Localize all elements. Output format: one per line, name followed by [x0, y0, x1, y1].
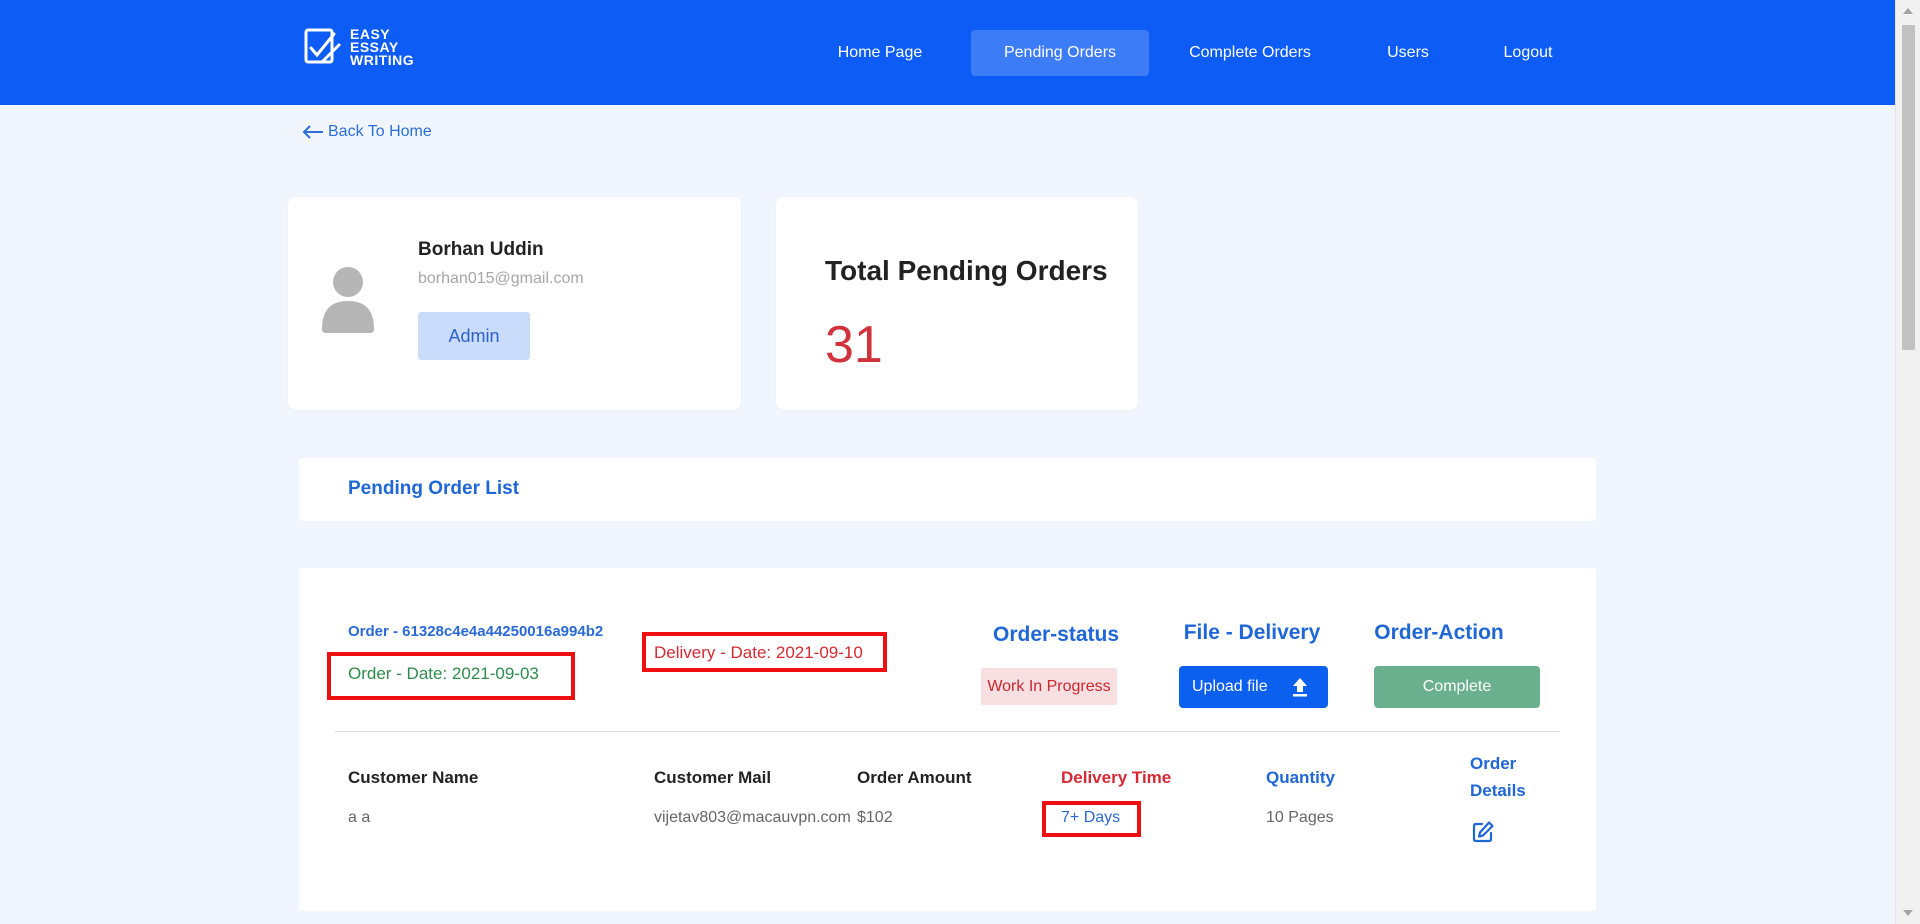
order-card: Order - 61328c4e4a44250016a994b2 Order -… [299, 568, 1596, 911]
profile-card: Borhan Uddin borhan015@gmail.com Admin [288, 197, 741, 410]
scroll-down-arrow-icon[interactable] [1903, 910, 1913, 916]
th-customer-name: Customer Name [348, 768, 479, 787]
scroll-up-arrow-icon[interactable] [1903, 8, 1913, 14]
td-quantity: 10 Pages [1266, 809, 1334, 826]
order-id: Order - 61328c4e4a44250016a994b2 [348, 623, 604, 640]
nav-complete-orders[interactable]: Complete Orders [1175, 30, 1325, 76]
upload-file-label: Upload file [1192, 678, 1268, 695]
order-date: Order - Date: 2021-09-03 [348, 664, 539, 683]
delivery-date: Delivery - Date: 2021-09-10 [654, 643, 863, 662]
td-customer-name: a a [348, 809, 371, 826]
scroll-thumb[interactable] [1902, 25, 1915, 350]
stats-title: Total Pending Orders [825, 255, 1108, 286]
pending-order-list-header: Pending Order List [299, 458, 1596, 521]
profile-email: borhan015@gmail.com [418, 270, 584, 287]
td-delivery-time: 7+ Days [1061, 809, 1121, 826]
complete-button[interactable]: Complete [1374, 666, 1540, 708]
stats-value: 31 [825, 316, 883, 374]
td-customer-mail: vijetav803@macauvpn.com [654, 809, 851, 826]
user-avatar-icon [322, 267, 374, 333]
list-title: Pending Order List [348, 478, 520, 499]
edit-icon[interactable] [1471, 820, 1495, 844]
arrow-left-icon [302, 125, 323, 139]
back-link-label: Back To Home [328, 123, 432, 140]
th-order-details: Order Details [1470, 750, 1550, 804]
pending-orders-stats-card: Total Pending Orders 31 [776, 197, 1138, 410]
admin-role-button[interactable]: Admin [418, 312, 530, 360]
th-customer-mail: Customer Mail [654, 768, 772, 787]
td-order-amount: $102 [857, 809, 893, 826]
page-scrollbar[interactable] [1895, 0, 1920, 924]
profile-name: Borhan Uddin [418, 239, 544, 260]
file-delivery-heading: File - Delivery [1183, 621, 1321, 644]
upload-file-button[interactable]: Upload file [1179, 666, 1328, 708]
nav-home-page[interactable]: Home Page [818, 30, 942, 76]
back-to-home-link[interactable]: Back To Home [302, 123, 432, 141]
order-action-heading: Order-Action [1374, 621, 1504, 644]
nav-pending-orders[interactable]: Pending Orders [971, 30, 1149, 76]
main-nav: Home Page Pending Orders Complete Orders… [0, 30, 1895, 76]
th-quantity: Quantity [1266, 768, 1335, 787]
nav-logout[interactable]: Logout [1490, 30, 1566, 76]
order-status-heading: Order-status [992, 623, 1120, 646]
nav-users[interactable]: Users [1372, 30, 1444, 76]
top-navbar: EASY ESSAY WRITING Home Page Pending Ord… [0, 0, 1895, 105]
th-order-details-line: Details [1470, 781, 1526, 800]
th-delivery-time: Delivery Time [1061, 768, 1172, 787]
status-badge: Work In Progress [981, 668, 1117, 705]
upload-icon [1292, 678, 1307, 697]
th-order-amount: Order Amount [857, 768, 972, 787]
th-order-details-line: Order [1470, 754, 1517, 773]
divider [335, 731, 1560, 732]
